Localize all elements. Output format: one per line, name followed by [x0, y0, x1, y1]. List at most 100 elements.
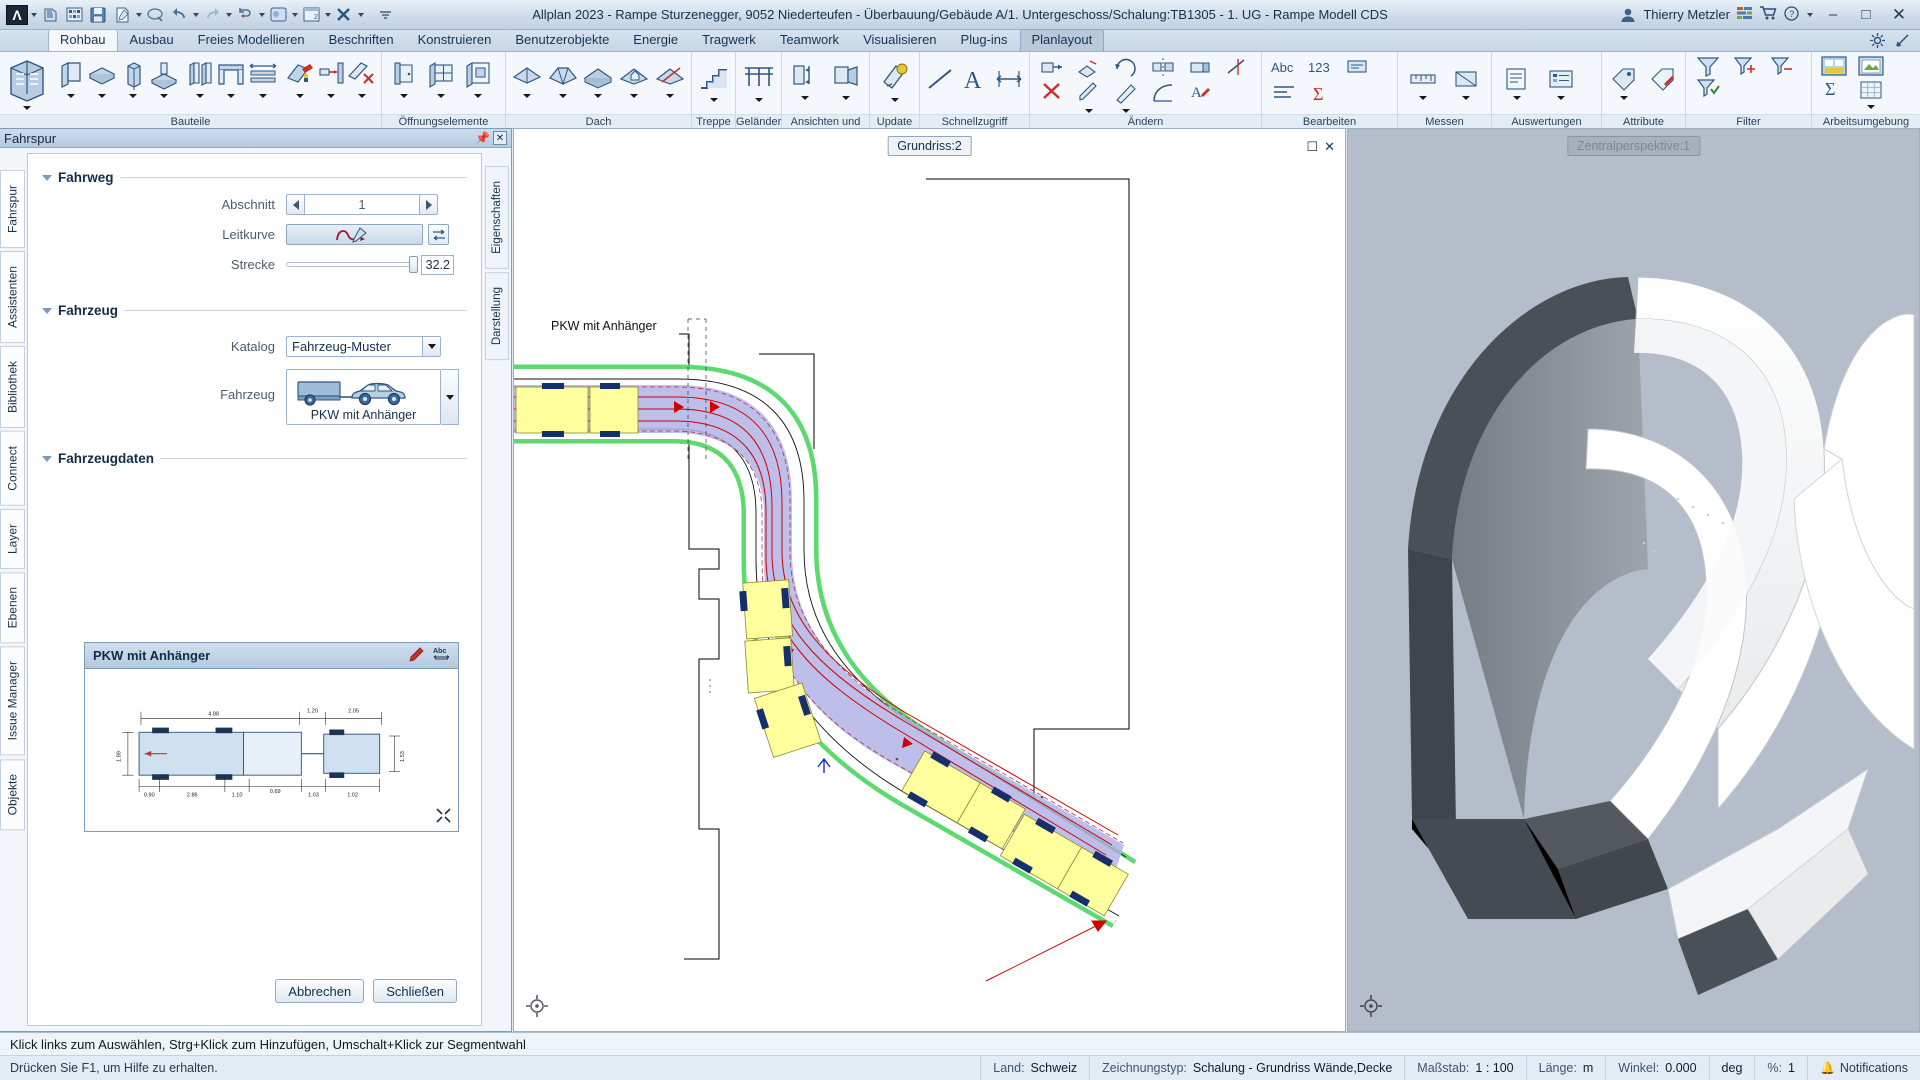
redo-caret-icon[interactable] [226, 13, 232, 17]
redo-icon[interactable] [201, 4, 223, 26]
tab-planlayout[interactable]: Planlayout [1020, 29, 1105, 51]
measure-length-dropdown-icon[interactable] [1419, 96, 1427, 100]
panel-left-tabs[interactable]: Fahrspur Assistenten Bibliothek Connect … [0, 148, 27, 1031]
collapse-triangle-icon[interactable] [42, 456, 52, 462]
ribbon-item-workspace-alt[interactable] [1852, 55, 1889, 77]
section-header-fahrweg[interactable]: Fahrweg [28, 170, 481, 185]
status-value-laenge[interactable]: m [1583, 1061, 1593, 1075]
ribbon-item-wall-pair[interactable] [185, 56, 215, 98]
status-value-massstab[interactable]: 1 : 100 [1475, 1061, 1513, 1075]
window-dropdown-icon[interactable] [437, 94, 445, 98]
ribbon-item-spacing[interactable] [247, 56, 279, 98]
ribbon-item-stair[interactable] [695, 56, 732, 102]
ribbon-item-arc[interactable] [1144, 79, 1181, 105]
fahrzeug-selector[interactable]: PKW mit Anhänger [286, 369, 441, 425]
section-header-fahrzeugdaten[interactable]: Fahrzeugdaten [28, 451, 481, 466]
undo-icon[interactable] [168, 4, 190, 26]
sidebar-item-objekte[interactable]: Objekte [0, 759, 25, 830]
katalog-chevron-down-icon[interactable] [422, 337, 440, 356]
update-dropdown-icon[interactable] [891, 98, 899, 102]
section-dropdown-icon[interactable] [801, 96, 809, 100]
ribbon-item-filter-add[interactable] [1726, 55, 1763, 77]
ribbon-item-text-edit[interactable]: A [1181, 79, 1218, 103]
tab-teamwork[interactable]: Teamwork [768, 29, 851, 51]
ribbon-item-label[interactable] [1339, 55, 1376, 79]
strecke-value[interactable]: 32.2 [421, 255, 454, 275]
close-button[interactable]: ✕ [1886, 4, 1912, 26]
settings-gear-icon[interactable] [1870, 33, 1885, 51]
wall-edit-dropdown-icon[interactable] [296, 94, 304, 98]
status-value-deg[interactable]: deg [1722, 1061, 1743, 1075]
sidebar-item-fahrspur[interactable]: Fahrspur [0, 170, 25, 248]
window-2-icon[interactable]: 2 [300, 4, 322, 26]
door-dropdown-icon[interactable] [400, 94, 408, 98]
app-menu-caret-icon[interactable] [31, 13, 37, 17]
refresh-caret-icon[interactable] [259, 13, 265, 17]
tab-darstellung[interactable]: Darstellung [485, 272, 509, 360]
palette-caret-icon[interactable] [292, 13, 298, 17]
ribbon-item-roof-plane[interactable] [509, 56, 545, 98]
tab-energie[interactable]: Energie [621, 29, 690, 51]
ribbon-item-slab[interactable] [86, 56, 118, 98]
katalog-dropdown[interactable]: Fahrzeug-Muster [286, 336, 441, 357]
ribbon-item-wall-edit[interactable] [284, 56, 316, 98]
ribbon-item-opening[interactable] [215, 56, 247, 98]
report-dropdown-icon[interactable] [1513, 96, 1521, 100]
cancel-button[interactable]: Abbrechen [275, 979, 364, 1003]
compass-icon[interactable] [526, 995, 548, 1017]
leitkurve-swap-button[interactable] [428, 224, 449, 245]
ribbon-item-rotate[interactable] [1107, 55, 1144, 79]
abc-dimension-icon[interactable]: Abc [433, 646, 450, 665]
tab-freies-modellieren[interactable]: Freies Modellieren [186, 29, 317, 51]
panel-close-icon[interactable]: ✕ [493, 131, 507, 145]
ribbon-item-wall-join[interactable] [316, 56, 346, 98]
ribbon-item-measure-length[interactable] [1401, 62, 1445, 100]
collapse-triangle-icon[interactable] [42, 175, 52, 181]
abschnitt-value[interactable]: 1 [305, 194, 419, 215]
ribbon-item-roof-gable[interactable] [581, 56, 617, 98]
quick-access-toolbar[interactable]: Λ [0, 4, 396, 26]
collapse-triangle-icon[interactable] [42, 308, 52, 314]
compass-icon-3d[interactable] [1360, 995, 1382, 1017]
ribbon-item-roof-hip[interactable] [545, 56, 581, 98]
tab-tragwerk[interactable]: Tragwerk [690, 29, 768, 51]
slab-dropdown-icon[interactable] [98, 94, 106, 98]
ribbon-item-mirror[interactable] [1144, 55, 1181, 79]
sidebar-item-layer[interactable]: Layer [0, 509, 25, 569]
view-dropdown-icon[interactable] [842, 96, 850, 100]
roof-cut-dropdown-icon[interactable] [666, 94, 674, 98]
ribbon-item-filter-sub[interactable] [1763, 55, 1800, 77]
pin-icon[interactable]: 📌 [475, 131, 490, 145]
preview-icon[interactable] [144, 4, 166, 26]
ribbon-item-recess[interactable] [459, 56, 496, 98]
ribbon-item-column[interactable] [118, 56, 148, 98]
roof-plane-dropdown-icon[interactable] [523, 94, 531, 98]
help-question-icon[interactable] [1895, 33, 1910, 51]
abschnitt-prev-button[interactable] [286, 194, 305, 215]
help-icon[interactable]: ? [1784, 6, 1799, 24]
ribbon-item-roof-dormer[interactable] [616, 56, 652, 98]
slider-knob[interactable] [409, 256, 418, 273]
ribbon-item-dimension[interactable] [992, 62, 1026, 92]
ribbon-item-attribute-edit[interactable] [1644, 62, 1683, 92]
window-caret-icon[interactable] [325, 13, 331, 17]
building-dropdown-icon[interactable] [23, 106, 31, 110]
ribbon-item-number-123[interactable]: 123 [1302, 55, 1339, 79]
wall-pair-dropdown-icon[interactable] [196, 94, 204, 98]
restore-button[interactable]: □ [1853, 4, 1879, 26]
shop-cart-icon[interactable] [1760, 6, 1777, 23]
ribbon-item-move[interactable] [1033, 55, 1070, 79]
stair-dropdown-icon[interactable] [710, 98, 718, 102]
recess-dropdown-icon[interactable] [474, 94, 482, 98]
edit-pencil-icon[interactable] [409, 647, 424, 665]
ribbon-item-sum[interactable]: Σ [1302, 79, 1339, 105]
undo-caret-icon[interactable] [193, 13, 199, 17]
ribbon-item-grid[interactable] [1852, 77, 1889, 109]
opening-dropdown-icon[interactable] [227, 94, 235, 98]
ribbon-item-report[interactable] [1495, 62, 1539, 100]
tab-benutzerobjekte[interactable]: Benutzerobjekte [503, 29, 621, 51]
ribbon-tab-strip[interactable]: Rohbau Ausbau Freies Modellieren Beschri… [0, 30, 1920, 52]
panel-right-tabs[interactable]: Eigenschaften Darstellung [485, 148, 511, 1031]
ribbon-item-wall[interactable] [56, 56, 86, 98]
tools-icon[interactable] [333, 4, 355, 26]
